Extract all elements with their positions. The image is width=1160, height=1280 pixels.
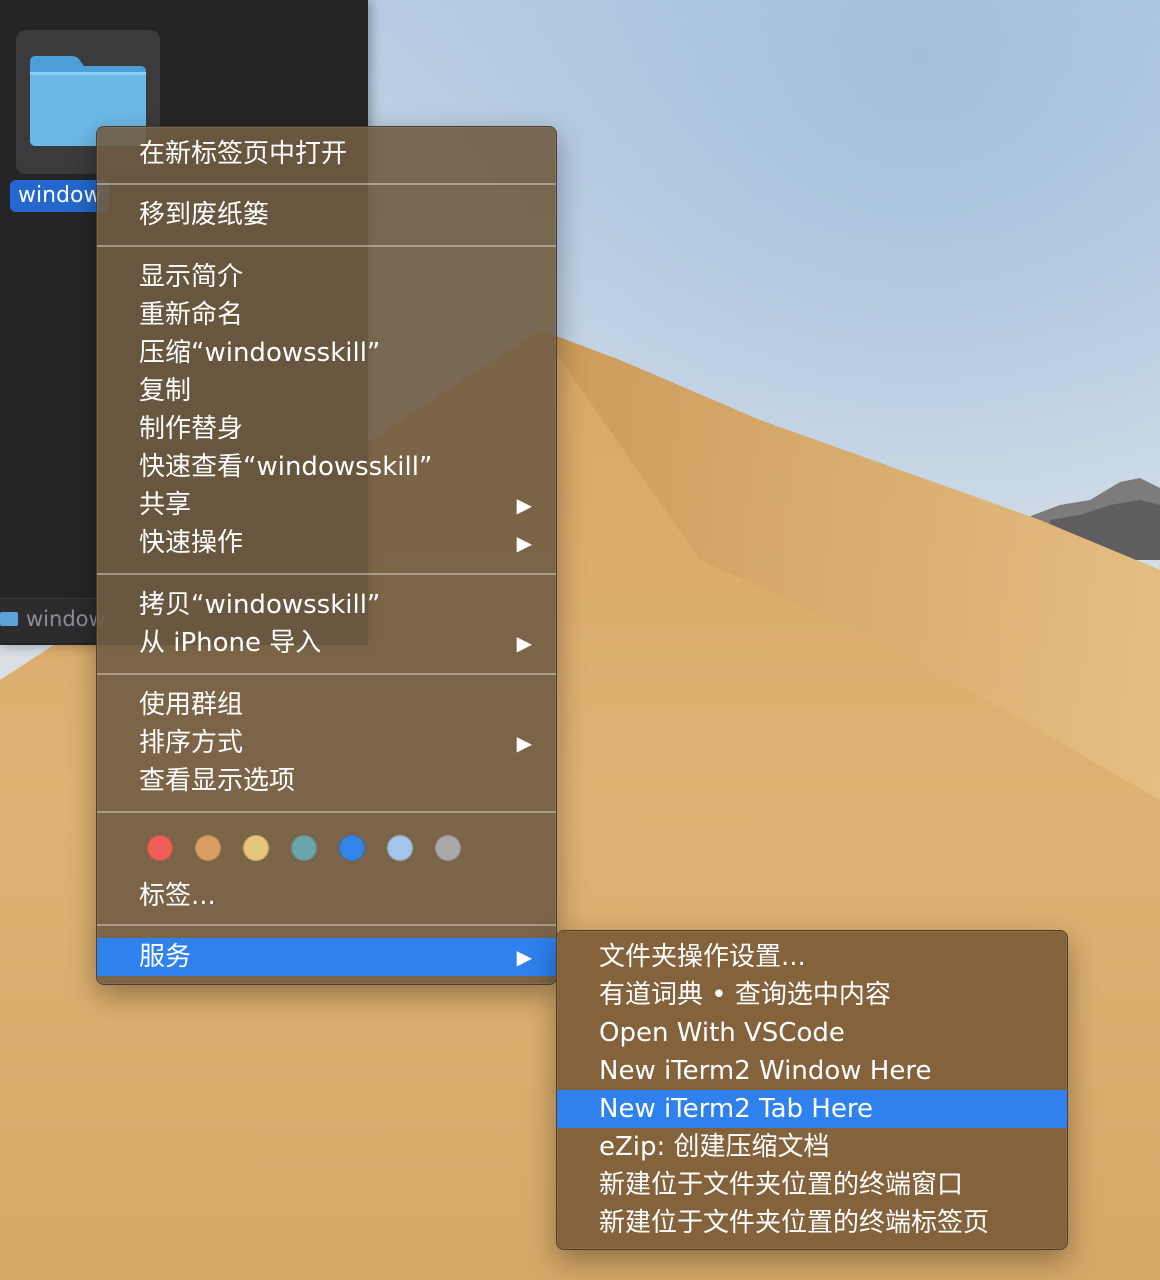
- menu-item-copy[interactable]: 拷贝“windowsskill”: [97, 586, 556, 624]
- menu-item-label: 使用群组: [139, 690, 244, 720]
- menu-item-label: 排序方式: [139, 728, 244, 758]
- service-item-terminal-tab[interactable]: 新建位于文件夹位置的终端标签页: [557, 1204, 1067, 1242]
- menu-item-label: 服务: [139, 942, 192, 972]
- service-item-open-vscode[interactable]: Open With VSCode: [557, 1014, 1067, 1052]
- menu-separator: [97, 573, 556, 575]
- menu-item-quick-look[interactable]: 快速查看“windowsskill”: [97, 448, 556, 486]
- service-item-terminal-window[interactable]: 新建位于文件夹位置的终端窗口: [557, 1166, 1067, 1204]
- tag-purple-dot[interactable]: [387, 835, 413, 861]
- submenu-arrow-icon: ▶: [516, 531, 532, 555]
- service-item-youdao-lookup[interactable]: 有道词典 • 查询选中内容: [557, 976, 1067, 1014]
- menu-item-make-alias[interactable]: 制作替身: [97, 410, 556, 448]
- menu-item-quick-actions[interactable]: 快速操作 ▶: [97, 524, 556, 562]
- menu-separator: [97, 673, 556, 675]
- context-menu: 在新标签页中打开 移到废纸篓 显示简介 重新命名 压缩“windowsskill…: [96, 126, 557, 985]
- menu-item-label: 拷贝“windowsskill”: [139, 590, 381, 620]
- menu-item-label: 有道词典 • 查询选中内容: [599, 980, 891, 1010]
- menu-item-label: 显示简介: [139, 262, 244, 292]
- menu-item-label: 在新标签页中打开: [139, 139, 348, 169]
- submenu-arrow-icon: ▶: [516, 493, 532, 517]
- menu-item-share[interactable]: 共享 ▶: [97, 486, 556, 524]
- menu-item-label: 共享: [139, 490, 192, 520]
- menu-separator: [97, 183, 556, 185]
- path-folder-icon: [0, 612, 18, 626]
- tag-blue-dot[interactable]: [339, 835, 365, 861]
- menu-item-label: 查看显示选项: [139, 766, 296, 796]
- menu-item-label: New iTerm2 Window Here: [599, 1056, 932, 1086]
- menu-item-move-to-trash[interactable]: 移到废纸篓: [97, 196, 556, 234]
- menu-item-services[interactable]: 服务 ▶: [97, 938, 556, 976]
- menu-item-label: New iTerm2 Tab Here: [599, 1094, 873, 1124]
- menu-item-use-groups[interactable]: 使用群组: [97, 686, 556, 724]
- tag-orange-dot[interactable]: [195, 835, 221, 861]
- menu-item-label: 复制: [139, 376, 192, 406]
- menu-item-label: 新建位于文件夹位置的终端窗口: [599, 1170, 964, 1200]
- path-bar-label[interactable]: window: [26, 607, 106, 631]
- menu-separator: [97, 924, 556, 926]
- menu-item-label: Open With VSCode: [599, 1018, 845, 1048]
- submenu-arrow-icon: ▶: [516, 631, 532, 655]
- menu-item-open-new-tab[interactable]: 在新标签页中打开: [97, 135, 556, 173]
- menu-item-view-options[interactable]: 查看显示选项: [97, 762, 556, 800]
- menu-item-label: 文件夹操作设置...: [599, 942, 806, 972]
- submenu-arrow-icon: ▶: [516, 945, 532, 969]
- menu-separator: [97, 811, 556, 813]
- submenu-arrow-icon: ▶: [516, 731, 532, 755]
- menu-item-label: eZip: 创建压缩文档: [599, 1132, 830, 1162]
- service-item-iterm2-tab[interactable]: New iTerm2 Tab Here: [557, 1090, 1067, 1128]
- menu-item-duplicate[interactable]: 复制: [97, 372, 556, 410]
- menu-item-label: 压缩“windowsskill”: [139, 338, 381, 368]
- menu-item-label: 新建位于文件夹位置的终端标签页: [599, 1208, 990, 1238]
- menu-item-sort-by[interactable]: 排序方式 ▶: [97, 724, 556, 762]
- menu-item-label: 快速操作: [139, 528, 244, 558]
- menu-item-label: 移到废纸篓: [139, 200, 270, 230]
- tag-green-dot[interactable]: [291, 835, 317, 861]
- menu-item-label: 重新命名: [139, 300, 244, 330]
- menu-item-label: 从 iPhone 导入: [139, 628, 322, 658]
- service-item-iterm2-window[interactable]: New iTerm2 Window Here: [557, 1052, 1067, 1090]
- menu-item-label: 标签...: [139, 881, 216, 911]
- tag-gray-dot[interactable]: [435, 835, 461, 861]
- menu-item-rename[interactable]: 重新命名: [97, 296, 556, 334]
- desktop-wallpaper: window window 在新标签页中打开 移到废纸篓 显示简介 重新命名 压…: [0, 0, 1160, 1280]
- file-name-label[interactable]: window: [10, 180, 110, 212]
- tag-red-dot[interactable]: [147, 835, 173, 861]
- menu-item-tags[interactable]: 标签...: [97, 877, 556, 915]
- service-item-ezip[interactable]: eZip: 创建压缩文档: [557, 1128, 1067, 1166]
- service-item-folder-actions[interactable]: 文件夹操作设置...: [557, 938, 1067, 976]
- services-submenu: 文件夹操作设置... 有道词典 • 查询选中内容 Open With VSCod…: [556, 930, 1068, 1250]
- menu-separator: [97, 245, 556, 247]
- tag-yellow-dot[interactable]: [243, 835, 269, 861]
- menu-item-label: 快速查看“windowsskill”: [139, 452, 433, 482]
- menu-item-label: 制作替身: [139, 414, 244, 444]
- menu-item-compress[interactable]: 压缩“windowsskill”: [97, 334, 556, 372]
- menu-item-get-info[interactable]: 显示简介: [97, 258, 556, 296]
- menu-item-import-from-iphone[interactable]: 从 iPhone 导入 ▶: [97, 624, 556, 662]
